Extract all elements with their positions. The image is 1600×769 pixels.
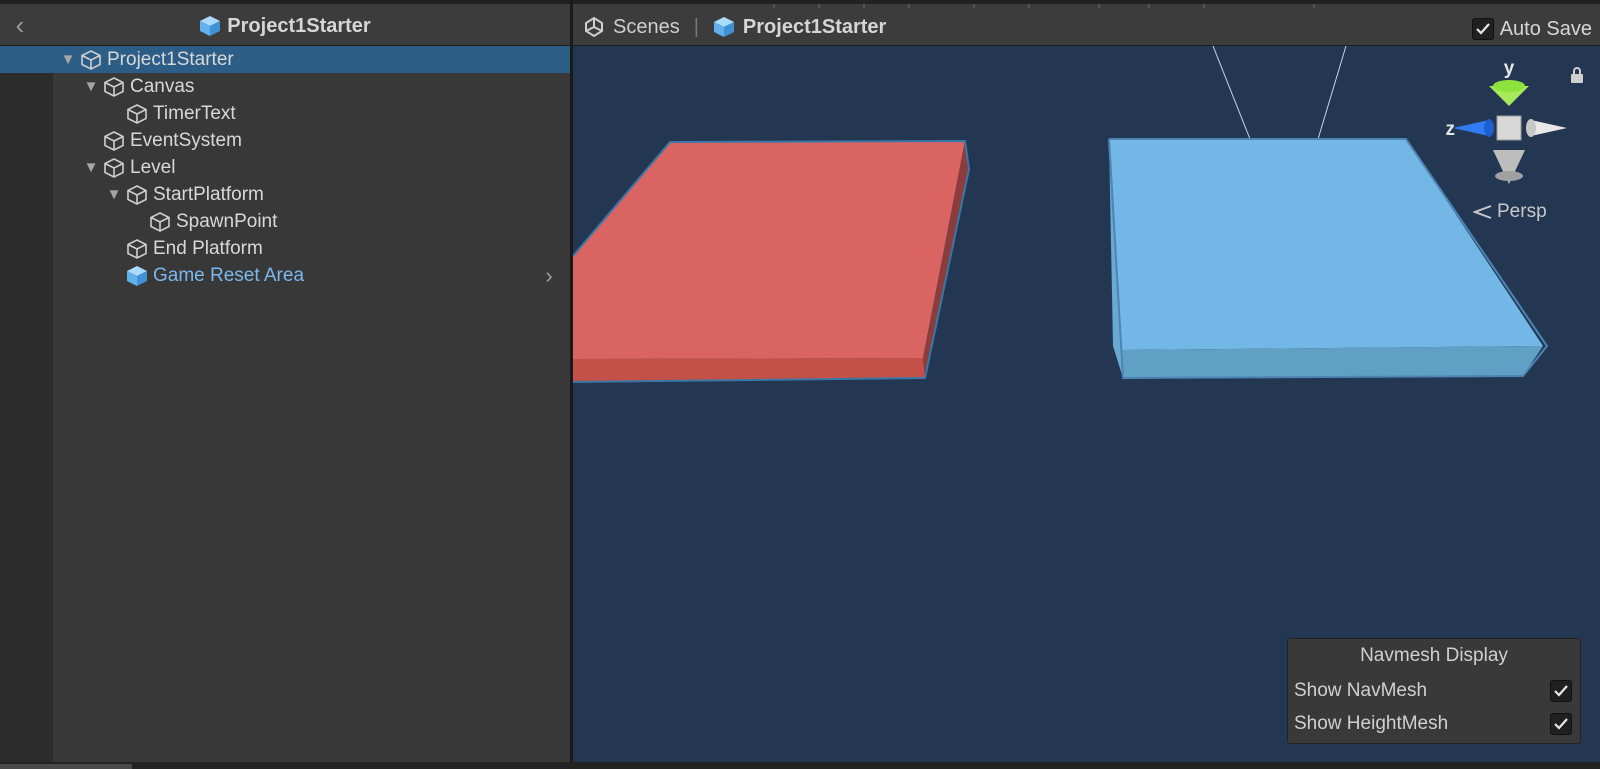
expand-down-icon[interactable]: ▼ xyxy=(106,181,122,208)
toolbar-separators xyxy=(773,4,1315,8)
scene-panel: Scenes | Project1Starter Auto Save y z P… xyxy=(573,0,1600,762)
prefab-cube-icon xyxy=(713,17,734,37)
hierarchy-row-label: EventSystem xyxy=(130,130,242,151)
perspective-icon xyxy=(1473,205,1492,219)
hierarchy-row[interactable]: Game Reset Area › xyxy=(0,262,570,289)
scene-header: Scenes | Project1Starter Auto Save xyxy=(573,0,1600,46)
hierarchy-row[interactable]: ▼ Canvas xyxy=(0,73,570,100)
hierarchy-title-group: Project1Starter xyxy=(0,12,570,40)
scrollbar-thumb[interactable] xyxy=(0,764,132,769)
navmesh-display-overlay: Navmesh Display Show NavMesh Show Height… xyxy=(1287,638,1581,744)
show-heightmesh-label: Show HeightMesh xyxy=(1294,713,1449,734)
gizmo-z-label: z xyxy=(1446,119,1456,140)
auto-save-label: Auto Save xyxy=(1499,17,1592,40)
hierarchy-row-label: Game Reset Area xyxy=(153,265,305,286)
prefab-cube-icon xyxy=(126,265,148,287)
show-navmesh-label: Show NavMesh xyxy=(1294,680,1428,701)
show-heightmesh-checkbox[interactable] xyxy=(1550,713,1572,735)
hierarchy-row-label: Project1Starter xyxy=(107,49,234,70)
scene-breadcrumb: Scenes | Project1Starter xyxy=(583,12,886,42)
breadcrumb-project[interactable]: Project1Starter xyxy=(743,16,886,39)
hierarchy-header: ‹ Project1Starter xyxy=(0,0,570,46)
gameobject-cube-icon xyxy=(80,49,102,71)
light-gizmo-line xyxy=(1212,46,1251,140)
hierarchy-row[interactable]: SpawnPoint xyxy=(0,208,570,235)
checkmark-icon xyxy=(1554,718,1568,730)
hierarchy-row[interactable]: ▼ StartPlatform xyxy=(0,181,570,208)
show-heightmesh-row[interactable]: Show HeightMesh xyxy=(1294,710,1572,738)
hierarchy-row-label: Level xyxy=(130,157,176,178)
show-navmesh-checkbox[interactable] xyxy=(1550,680,1572,702)
open-prefab-chevron-icon[interactable]: › xyxy=(540,262,558,289)
hierarchy-tree: ▼ Project1Starter ▼ Canvas TimerText EventSys… xyxy=(0,46,570,289)
expand-down-icon[interactable]: ▼ xyxy=(83,154,99,181)
projection-label: Persp xyxy=(1497,201,1547,222)
auto-save-toggle[interactable]: Auto Save xyxy=(1471,16,1592,42)
hierarchy-panel: ‹ Project1Starter ▼ Project1Starter ▼ Canva… xyxy=(0,0,570,762)
hierarchy-row-label: TimerText xyxy=(153,103,236,124)
breadcrumb-scenes[interactable]: Scenes xyxy=(613,16,680,39)
hierarchy-row-label: SpawnPoint xyxy=(176,211,278,232)
hierarchy-row-label: Canvas xyxy=(130,76,195,97)
navmesh-title: Navmesh Display xyxy=(1360,645,1508,666)
prefab-cube-icon xyxy=(200,16,221,36)
hierarchy-row[interactable]: End Platform xyxy=(0,235,570,262)
hierarchy-title: Project1Starter xyxy=(227,14,371,37)
gameobject-cube-icon xyxy=(126,184,148,206)
gameobject-cube-icon xyxy=(126,238,148,260)
expand-down-icon[interactable]: ▼ xyxy=(60,46,76,73)
end-platform[interactable] xyxy=(1108,138,1549,380)
show-navmesh-row[interactable]: Show NavMesh xyxy=(1294,677,1572,705)
hierarchy-row-label: End Platform xyxy=(153,238,263,259)
breadcrumb-separator: | xyxy=(693,15,699,38)
scene-viewport[interactable]: y z Persp Navmesh Display Show NavMesh S… xyxy=(573,46,1600,762)
expand-down-icon[interactable]: ▼ xyxy=(83,73,99,100)
hierarchy-row-label: StartPlatform xyxy=(153,184,264,205)
unity-logo-icon[interactable] xyxy=(583,16,605,38)
hierarchy-row[interactable]: TimerText xyxy=(0,100,570,127)
auto-save-checkbox[interactable] xyxy=(1471,18,1494,40)
checkmark-icon xyxy=(1475,23,1490,35)
hierarchy-row[interactable]: EventSystem xyxy=(0,127,570,154)
checkmark-icon xyxy=(1554,685,1568,697)
gameobject-cube-icon xyxy=(149,211,171,233)
gameobject-cube-icon xyxy=(103,76,125,98)
lock-icon[interactable] xyxy=(1569,66,1585,84)
gizmo-y-label: y xyxy=(1504,58,1515,79)
orientation-gizmo[interactable]: y z xyxy=(1446,58,1568,184)
bottom-scrollbar[interactable] xyxy=(0,762,1600,769)
gameobject-cube-icon xyxy=(103,130,125,152)
projection-toggle[interactable]: Persp xyxy=(1473,200,1547,224)
hierarchy-row[interactable]: ▼ Project1Starter xyxy=(0,46,570,73)
start-platform[interactable] xyxy=(573,139,971,383)
hierarchy-row[interactable]: ▼ Level xyxy=(0,154,570,181)
gameobject-cube-icon xyxy=(126,103,148,125)
gameobject-cube-icon xyxy=(103,157,125,179)
